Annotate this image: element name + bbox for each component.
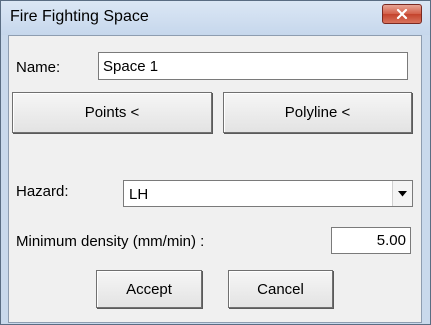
points-button[interactable]: Points < — [12, 92, 212, 133]
accept-button[interactable]: Accept — [96, 270, 202, 308]
close-icon — [396, 9, 408, 19]
close-button[interactable] — [382, 4, 422, 24]
density-input[interactable] — [331, 227, 411, 254]
density-label: Minimum density (mm/min) : — [16, 233, 205, 250]
dialog-body: Name: Points < Polyline < Hazard: LH Min… — [8, 35, 422, 323]
polyline-button[interactable]: Polyline < — [223, 92, 412, 133]
cancel-button[interactable]: Cancel — [228, 270, 333, 308]
title-bar[interactable]: Fire Fighting Space — [1, 1, 430, 35]
hazard-dropdown-button[interactable] — [392, 181, 412, 206]
dialog-window: Fire Fighting Space Name: Points < Polyl… — [0, 0, 431, 325]
hazard-label: Hazard: — [16, 183, 69, 200]
hazard-value: LH — [129, 186, 149, 203]
window-title: Fire Fighting Space — [10, 8, 149, 25]
hazard-select[interactable]: LH — [123, 180, 413, 207]
name-label: Name: — [16, 59, 61, 76]
chevron-down-icon — [398, 190, 407, 196]
name-input[interactable] — [98, 52, 408, 80]
